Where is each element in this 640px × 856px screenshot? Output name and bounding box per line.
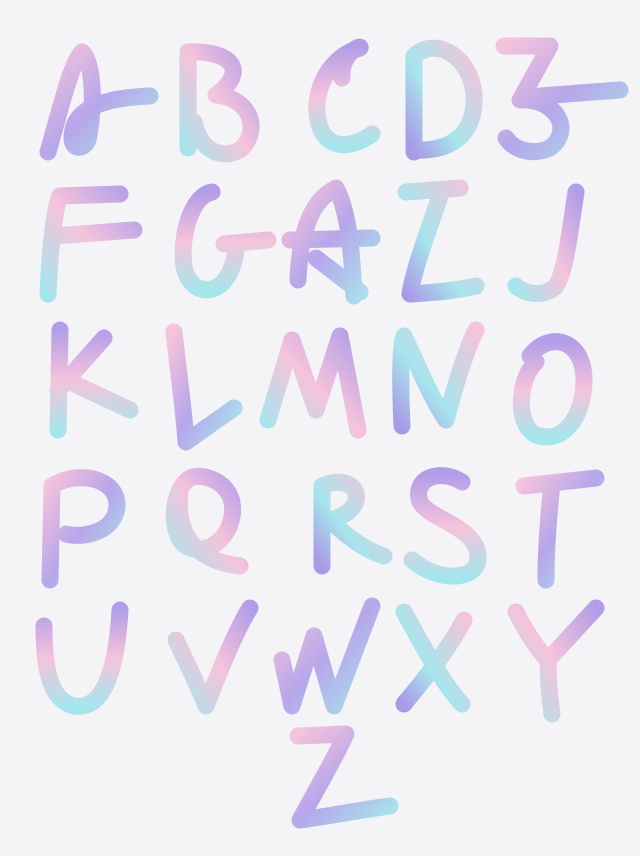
alphabet-drawing xyxy=(35,37,629,829)
letter-w xyxy=(273,597,381,715)
letter-p xyxy=(41,469,126,589)
letter-d xyxy=(405,39,483,161)
letter-g xyxy=(174,183,277,299)
letter-v xyxy=(167,599,259,715)
letter-a xyxy=(39,43,159,161)
letter-f xyxy=(39,185,143,303)
letter-s xyxy=(403,467,487,585)
alphabet-canvas: A B C D E F G H I J K L M N O P Q R S T … xyxy=(0,0,640,856)
letter-y xyxy=(507,599,605,723)
letter-m xyxy=(259,327,367,439)
letter-l xyxy=(165,323,243,451)
letter-c xyxy=(308,38,381,154)
letter-t xyxy=(515,469,605,589)
letter-z xyxy=(289,725,399,829)
letter-h xyxy=(281,179,381,305)
letter-r xyxy=(313,473,393,575)
letter-u xyxy=(35,601,129,715)
letter-b xyxy=(179,43,260,163)
letter-q xyxy=(165,467,249,575)
letter-o xyxy=(512,333,593,446)
letter-k xyxy=(49,321,139,439)
letter-x xyxy=(395,603,473,713)
letter-i xyxy=(397,179,485,303)
letter-e xyxy=(495,37,629,161)
letter-n xyxy=(392,321,485,435)
letter-j xyxy=(507,183,585,302)
